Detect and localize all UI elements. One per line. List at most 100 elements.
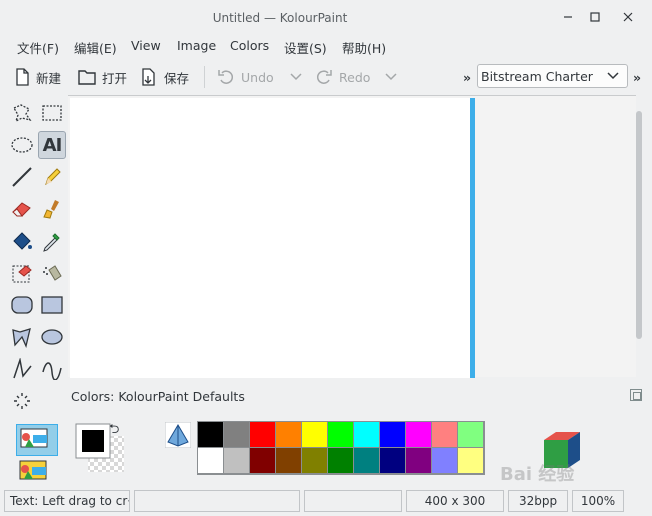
undo-button[interactable]: Undo: [217, 66, 274, 88]
tool-ellipse[interactable]: [38, 323, 66, 351]
folder-icon: [78, 70, 96, 85]
menu-help[interactable]: 帮助(H): [342, 38, 386, 57]
palette-swatch[interactable]: [302, 448, 328, 474]
palette-swatch[interactable]: [224, 448, 250, 474]
open-button[interactable]: 打开: [78, 66, 127, 88]
tool-eraser[interactable]: [8, 195, 36, 223]
tool-line[interactable]: [8, 163, 36, 191]
scrollbar-thumb[interactable]: [636, 111, 642, 339]
tool-rectangular-selection[interactable]: [38, 99, 66, 127]
new-button[interactable]: 新建: [14, 66, 61, 88]
brush-icon: [43, 200, 59, 219]
undo-icon: [218, 70, 234, 84]
minimize-icon[interactable]: [557, 8, 579, 30]
tool-rectangle[interactable]: [38, 291, 66, 319]
menu-edit[interactable]: 编辑(E): [74, 38, 117, 57]
tool-rounded-rectangle[interactable]: [8, 291, 36, 319]
palette-swatch[interactable]: [276, 422, 302, 448]
polyline-icon: [13, 358, 32, 379]
palette-swatch[interactable]: [380, 422, 406, 448]
toolbar-overflow-button[interactable]: »: [463, 66, 471, 88]
transparent-text-icon: [19, 460, 47, 480]
palette-swatch[interactable]: [198, 422, 224, 448]
palette-name[interactable]: KolourPaint Defaults: [118, 389, 245, 404]
maximize-icon[interactable]: [584, 8, 606, 30]
line-icon: [12, 167, 32, 187]
tool-elliptical-selection[interactable]: [8, 131, 36, 159]
palette-swatch[interactable]: [198, 448, 224, 474]
palette-swatch[interactable]: [458, 448, 484, 474]
eyedropper-icon: [43, 233, 60, 252]
tool-text[interactable]: AI: [38, 131, 66, 159]
palette-swatch[interactable]: [354, 448, 380, 474]
undo-history-dropdown[interactable]: [290, 66, 308, 88]
palette-swatch[interactable]: [432, 422, 458, 448]
status-message: Text: Left drag to cr···: [4, 490, 130, 512]
palette-swatch[interactable]: [406, 422, 432, 448]
drawing-canvas[interactable]: [70, 98, 470, 378]
colors-header-prefix: Colors:: [71, 389, 119, 404]
swap-colors-icon[interactable]: ⮌: [109, 420, 119, 442]
tool-polygon[interactable]: [8, 323, 36, 351]
option-transparent[interactable]: [16, 424, 58, 456]
menu-file[interactable]: 文件(F): [17, 38, 59, 57]
tool-connected-lines[interactable]: [8, 355, 36, 383]
status-bar: Text: Left drag to cr··· 400 x 300 32bpp…: [0, 488, 652, 516]
tool-zoom[interactable]: [8, 387, 36, 415]
palette-swatch[interactable]: [250, 448, 276, 474]
zoom-arrows-icon: [14, 393, 30, 409]
tool-pen[interactable]: [38, 163, 66, 191]
tool-curve[interactable]: [38, 355, 66, 383]
text-toolbar-overflow-button[interactable]: »: [633, 66, 641, 88]
tool-flood-fill[interactable]: [8, 227, 36, 255]
tool-free-form-selection[interactable]: [8, 99, 36, 127]
eraser-icon: [12, 202, 31, 217]
paint-bucket-icon: [13, 232, 32, 250]
color-similarity-icon[interactable]: [164, 421, 192, 451]
new-file-icon: [16, 68, 29, 86]
ellipse-selection-icon: [11, 137, 33, 153]
menu-view[interactable]: View: [131, 38, 161, 53]
new-button-label: 新建: [36, 70, 62, 86]
color-palette: [197, 421, 485, 475]
palette-swatch[interactable]: [328, 448, 354, 474]
tool-color-picker[interactable]: [38, 227, 66, 255]
palette-swatch[interactable]: [380, 448, 406, 474]
redo-icon: [316, 70, 332, 84]
palette-swatch[interactable]: [406, 448, 432, 474]
undock-icon[interactable]: [630, 389, 642, 401]
option-opaque[interactable]: [16, 457, 58, 487]
palette-swatch[interactable]: [328, 422, 354, 448]
palette-swatch[interactable]: [458, 422, 484, 448]
palette-swatch[interactable]: [432, 448, 458, 474]
vertical-scrollbar[interactable]: [634, 97, 644, 377]
lasso-icon: [13, 104, 32, 123]
foreground-color[interactable]: [82, 430, 104, 452]
save-icon: [142, 68, 155, 86]
tool-spraycan[interactable]: [38, 259, 66, 287]
palette-swatch[interactable]: [354, 422, 380, 448]
save-button[interactable]: 保存: [140, 66, 189, 88]
font-family-combo[interactable]: Bitstream Charter: [477, 64, 628, 88]
canvas-resize-handle[interactable]: [470, 98, 475, 378]
menu-image[interactable]: Image: [177, 38, 216, 53]
status-cursor-position: [134, 490, 300, 512]
tool-brush[interactable]: [38, 195, 66, 223]
menu-colors[interactable]: Colors: [230, 38, 269, 53]
palette-swatch[interactable]: [276, 448, 302, 474]
window-title: Untitled — KolourPaint: [212, 11, 348, 25]
rounded-rectangle-icon: [11, 296, 33, 314]
redo-button[interactable]: Redo: [315, 66, 370, 88]
menu-settings[interactable]: 设置(S): [284, 38, 327, 57]
palette-swatch[interactable]: [250, 422, 276, 448]
palette-swatch[interactable]: [224, 422, 250, 448]
redo-history-dropdown[interactable]: [385, 66, 403, 88]
palette-swatch[interactable]: [302, 422, 328, 448]
chevron-down-icon: [607, 72, 619, 80]
tool-color-eraser[interactable]: [8, 259, 36, 287]
close-icon[interactable]: [617, 8, 639, 30]
rectangle-selection-icon: [42, 105, 62, 121]
rectangle-icon: [41, 296, 63, 314]
colors-header: Colors: KolourPaint Defaults: [71, 389, 245, 404]
canvas-scroll-area: [68, 95, 636, 378]
